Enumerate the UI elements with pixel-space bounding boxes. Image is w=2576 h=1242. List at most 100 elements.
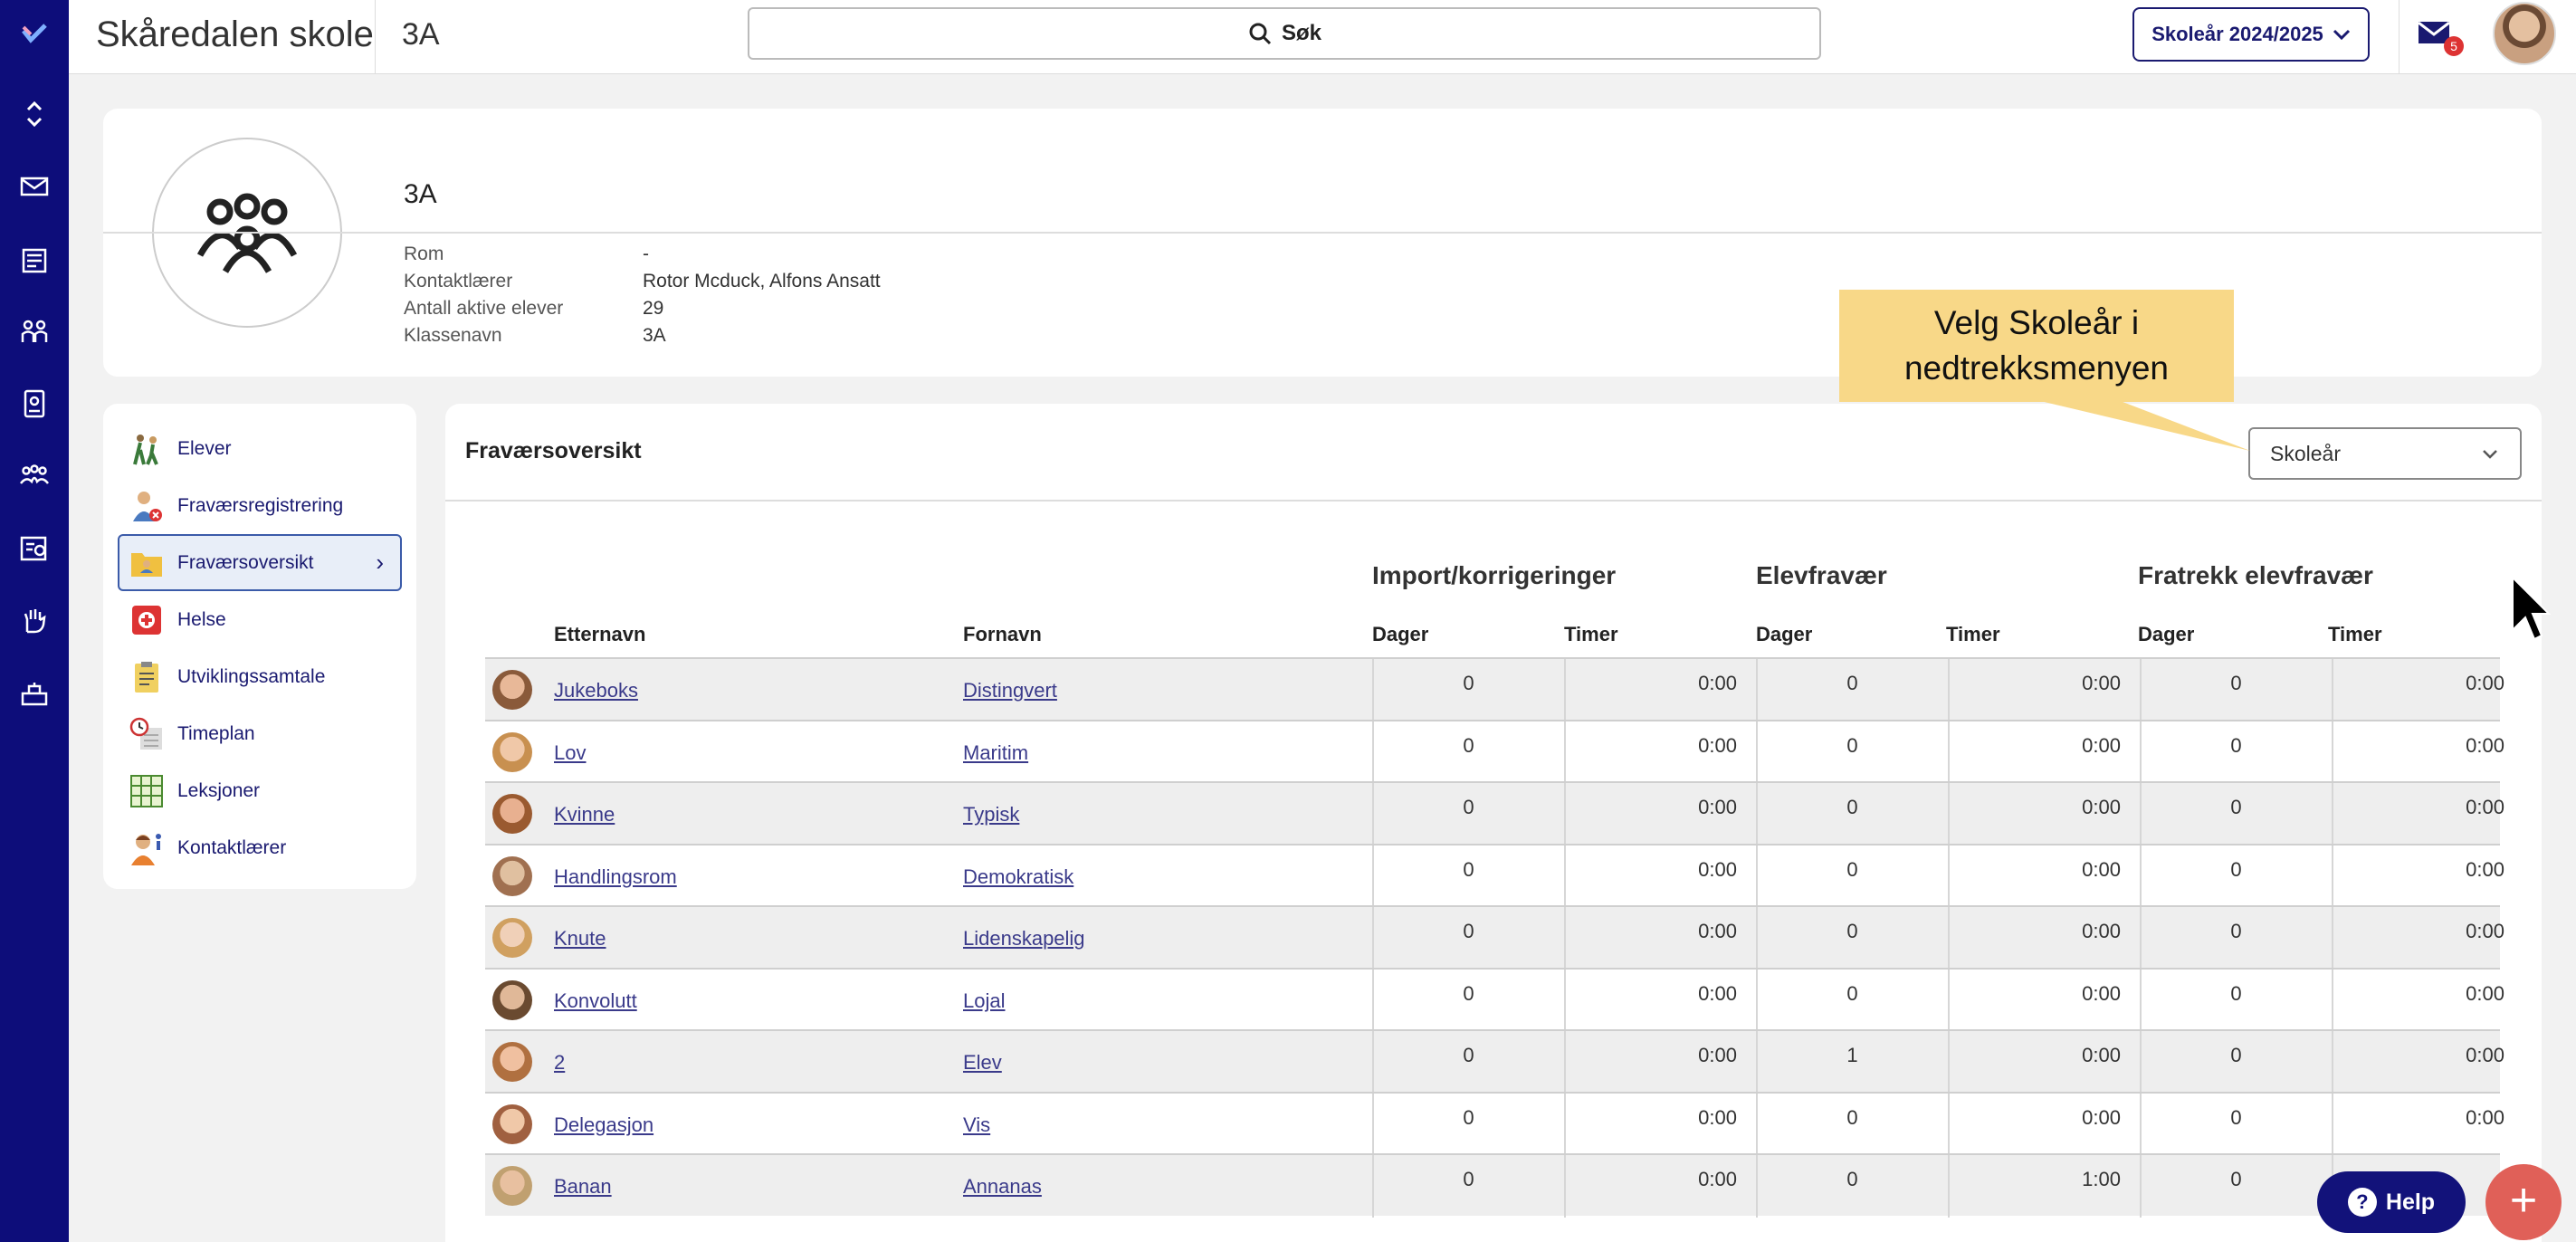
class-menu: Elever Fraværsregistrering Fraværsoversi… [103, 404, 416, 889]
hours-cell: 0:00 [1948, 1031, 2139, 1094]
groups-icon[interactable] [0, 449, 69, 503]
col-header-hours: Timer [1946, 623, 2000, 645]
days-cell: 0 [1372, 969, 1563, 1031]
group-header-elevfravaer: Elevfravær [1756, 561, 1887, 589]
news-icon[interactable] [0, 234, 69, 288]
help-icon: ? [2347, 1188, 2377, 1217]
info-row-active-students: Antall aktive elever 29 [404, 298, 664, 319]
student-lastname-link[interactable]: Handlingsrom [554, 865, 677, 889]
callout-pointer [2037, 400, 2250, 451]
menu-item-label: Helse [177, 608, 226, 630]
student-firstname-link[interactable]: Distingvert [963, 679, 1057, 702]
menu-item-label: Kontaktlærer [177, 836, 287, 858]
teacher-icon [129, 830, 165, 866]
days-cell: 0 [1756, 845, 1947, 907]
student-firstname-link[interactable]: Lojal [963, 989, 1005, 1013]
school-year-select[interactable]: Skoleår [2248, 427, 2522, 480]
hours-cell: 0:00 [1564, 845, 1755, 907]
student-firstname-link[interactable]: Lidenskapelig [963, 927, 1085, 951]
student-lastname-link[interactable]: Delegasjon [554, 1113, 654, 1137]
absence-table: Jukeboks Distingvert 0 0:00 0 0:00 0 0:00 Lov Mar… [485, 657, 2504, 1218]
student-lastname-link[interactable]: Lov [554, 741, 586, 765]
student-lastname-link[interactable]: Banan [554, 1175, 612, 1199]
student-lastname-link[interactable]: Jukeboks [554, 679, 638, 702]
menu-item-helse[interactable]: Helse [118, 591, 402, 648]
mail-icon[interactable] [0, 159, 69, 214]
student-lastname-link[interactable]: Kvinne [554, 803, 615, 826]
days-cell: 0 [1372, 783, 1563, 846]
desk-icon[interactable] [0, 666, 69, 721]
table-row: Knute Lidenskapelig 0 0:00 0 0:00 0 0:00 [485, 905, 2504, 970]
days-cell: 0 [1756, 969, 1947, 1031]
menu-item-label: Fraværsregistrering [177, 494, 344, 516]
col-header-days: Dager [1372, 623, 1429, 645]
help-button[interactable]: ? Help [2317, 1171, 2466, 1233]
student-firstname-link[interactable]: Typisk [963, 803, 1019, 826]
logo-icon[interactable] [0, 7, 69, 62]
search-input[interactable]: Søk [748, 7, 1821, 60]
student-firstname-link[interactable]: Demokratisk [963, 865, 1073, 889]
days-cell: 0 [2140, 783, 2331, 846]
student-avatar [492, 1103, 532, 1144]
grid-icon [129, 773, 165, 809]
hours-cell: 0:00 [1564, 783, 1755, 846]
hours-cell: 0:00 [2332, 1031, 2523, 1094]
student-firstname-link[interactable]: Elev [963, 1051, 1002, 1075]
messages-button[interactable]: 5 [2417, 16, 2471, 62]
days-cell: 0 [1372, 1155, 1563, 1218]
add-button[interactable]: + [2485, 1164, 2562, 1240]
hours-cell: 0:00 [1948, 783, 2139, 846]
exam-icon[interactable] [0, 521, 69, 576]
student-firstname-link[interactable]: Annanas [963, 1175, 1042, 1199]
students-icon[interactable] [0, 304, 69, 358]
hours-cell: 0:00 [2332, 845, 2523, 907]
menu-item-leksjoner[interactable]: Leksjoner [118, 762, 402, 819]
health-icon [129, 602, 165, 638]
hand-icon[interactable] [0, 594, 69, 648]
hours-cell: 0:00 [1564, 1031, 1755, 1094]
col-header-lastname[interactable]: Etternavn [554, 623, 645, 646]
days-cell: 0 [1756, 1093, 1947, 1155]
hours-cell: 0:00 [1564, 721, 1755, 783]
col-header-firstname[interactable]: Fornavn [963, 623, 1042, 646]
col-header-hours: Timer [1564, 623, 1618, 645]
top-bar: Skåredalen skole 3A Søk Skoleår 2024/202… [69, 0, 2576, 74]
section-title: Fraværsoversikt [465, 438, 642, 463]
col-header-days: Dager [1756, 623, 1813, 645]
student-avatar [492, 670, 532, 710]
menu-item-timeplan[interactable]: Timeplan [118, 705, 402, 762]
student-firstname-link[interactable]: Vis [963, 1113, 990, 1137]
days-cell: 0 [1372, 659, 1563, 721]
avatar[interactable] [2493, 2, 2556, 65]
student-lastname-link[interactable]: 2 [554, 1051, 565, 1075]
menu-item-utviklingssamtale[interactable]: Utviklingssamtale [118, 648, 402, 705]
days-cell: 0 [2140, 1031, 2331, 1094]
absence-register-icon [129, 488, 165, 524]
days-cell: 0 [2140, 721, 2331, 783]
table-row: Jukeboks Distingvert 0 0:00 0 0:00 0 0:00 [485, 657, 2504, 721]
hours-cell: 0:00 [2332, 721, 2523, 783]
hours-cell: 0:00 [2332, 1093, 2523, 1155]
select-value: Skoleår [2270, 441, 2341, 465]
menu-item-fravarsoversikt[interactable]: Fraværsoversikt › [118, 534, 402, 591]
student-lastname-link[interactable]: Konvolutt [554, 989, 637, 1013]
menu-item-label: Leksjoner [177, 779, 261, 801]
menu-item-fravarsregistrering[interactable]: Fraværsregistrering [118, 477, 402, 534]
expand-icon[interactable] [0, 87, 69, 141]
school-year-button[interactable]: Skoleår 2024/2025 [2132, 7, 2370, 62]
student-lastname-link[interactable]: Knute [554, 927, 606, 951]
chevron-right-icon: › [376, 549, 384, 576]
menu-item-elever[interactable]: Elever [118, 420, 402, 477]
menu-item-kontaktlaerer[interactable]: Kontaktlærer [118, 819, 402, 876]
student-avatar [492, 979, 532, 1020]
hours-cell: 0:00 [2332, 659, 2523, 721]
unread-badge: 5 [2444, 36, 2464, 56]
menu-item-label: Fraværsoversikt [177, 551, 314, 573]
days-cell: 0 [1372, 721, 1563, 783]
students-walking-icon [129, 431, 165, 467]
school-name[interactable]: Skåredalen skole [96, 0, 374, 72]
student-firstname-link[interactable]: Maritim [963, 741, 1028, 765]
hours-cell: 0:00 [1948, 659, 2139, 721]
badge-icon[interactable] [0, 377, 69, 431]
hours-cell: 0:00 [1564, 969, 1755, 1031]
